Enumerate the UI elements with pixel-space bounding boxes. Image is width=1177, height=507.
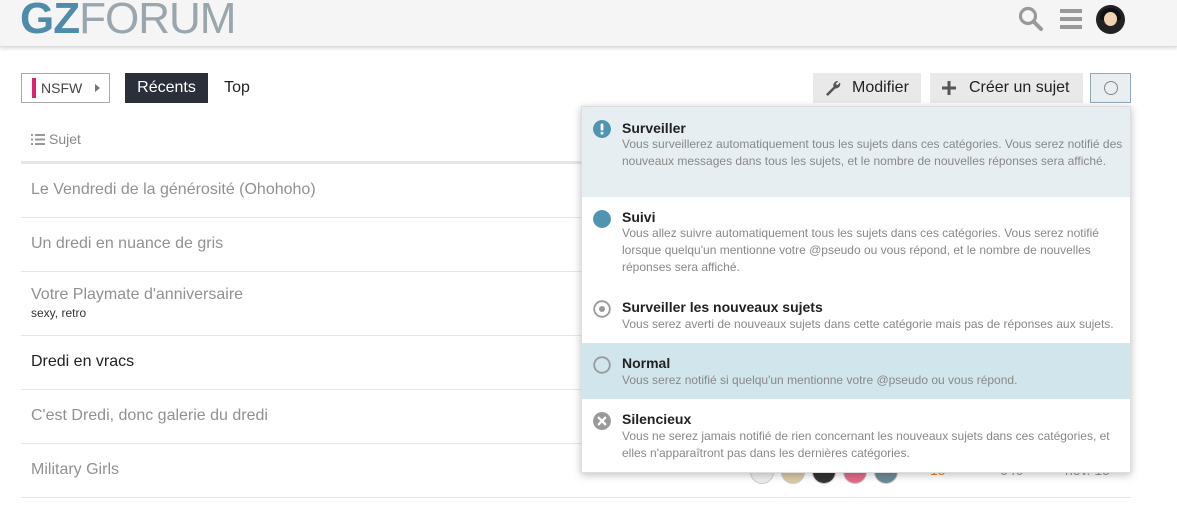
option-title: Surveiller les nouveaux sujets bbox=[622, 299, 823, 315]
logo-bold: GZ bbox=[20, 0, 80, 43]
topic-title[interactable]: Le Vendredi de la générosité (Ohohoho) bbox=[31, 181, 316, 199]
edit-label: Modifier bbox=[852, 79, 909, 96]
dot-circle-icon bbox=[593, 300, 611, 318]
plus-icon bbox=[942, 81, 956, 95]
column-header-label: Sujet bbox=[49, 131, 81, 147]
category-label: NSFW bbox=[41, 80, 83, 96]
filled-circle-icon bbox=[593, 210, 611, 228]
search-icon[interactable] bbox=[1018, 6, 1044, 32]
option-watching[interactable]: Surveiller Vous surveillerez automatique… bbox=[582, 107, 1130, 197]
exclamation-icon bbox=[593, 120, 611, 138]
notification-level-menu: Surveiller Vous surveillerez automatique… bbox=[581, 106, 1131, 473]
option-tracking[interactable]: Suivi Vous allez suivre automatiquement … bbox=[582, 197, 1130, 287]
caret-right-icon bbox=[95, 84, 100, 92]
option-description: Vous serez notifié si quelqu'un mentionn… bbox=[622, 373, 1018, 387]
topic-title[interactable]: Military Girls bbox=[31, 461, 119, 479]
list-icon bbox=[31, 133, 45, 145]
site-header: GZFORUM bbox=[0, 0, 1177, 47]
create-label: Créer un sujet bbox=[969, 79, 1070, 96]
divider bbox=[21, 497, 1131, 498]
category-color-swatch bbox=[32, 78, 36, 98]
topic-title[interactable]: Dredi en vracs bbox=[31, 353, 134, 371]
option-title: Normal bbox=[622, 355, 671, 371]
topic-title[interactable]: Votre Playmate d'anniversaire bbox=[31, 286, 243, 304]
option-description: Vous serez averti de nouveaux sujets dan… bbox=[622, 317, 1114, 331]
edit-category-button[interactable]: Modifier bbox=[813, 73, 921, 103]
circle-icon bbox=[1103, 81, 1118, 95]
wrench-icon bbox=[826, 80, 841, 96]
option-muted[interactable]: Silencieux Vous ne serez jamais notifié … bbox=[582, 399, 1130, 473]
tab-recent[interactable]: Récents bbox=[125, 73, 208, 103]
create-topic-button[interactable]: Créer un sujet bbox=[930, 73, 1083, 103]
option-watching-first-post[interactable]: Surveiller les nouveaux sujets Vous sere… bbox=[582, 287, 1130, 343]
topic-title[interactable]: Un dredi en nuance de gris bbox=[31, 235, 223, 253]
site-logo[interactable]: GZFORUM bbox=[20, 0, 236, 47]
times-circle-icon bbox=[593, 412, 611, 430]
option-description: Vous surveillerez automatiquement tous l… bbox=[622, 137, 1123, 168]
option-description: Vous allez suivre automatiquement tous l… bbox=[622, 226, 1099, 274]
topic-title[interactable]: C'est Dredi, donc galerie du dredi bbox=[31, 407, 268, 425]
hamburger-icon[interactable] bbox=[1060, 9, 1082, 29]
tab-top[interactable]: Top bbox=[214, 73, 260, 103]
avatar-face bbox=[1104, 12, 1117, 26]
avatar[interactable] bbox=[1096, 5, 1125, 34]
topic-tags[interactable]: sexy, retro bbox=[31, 306, 86, 320]
logo-light: FORUM bbox=[79, 0, 236, 43]
option-description: Vous ne serez jamais notifié de rien con… bbox=[622, 429, 1110, 460]
option-title: Surveiller bbox=[622, 120, 686, 136]
column-header-topic[interactable]: Sujet bbox=[31, 131, 81, 147]
category-dropdown[interactable]: NSFW bbox=[21, 73, 110, 103]
notification-level-button[interactable] bbox=[1090, 73, 1131, 103]
option-title: Suivi bbox=[622, 209, 656, 225]
option-normal[interactable]: Normal Vous serez notifié si quelqu'un m… bbox=[582, 343, 1130, 399]
circle-icon bbox=[593, 356, 611, 374]
option-title: Silencieux bbox=[622, 411, 692, 427]
